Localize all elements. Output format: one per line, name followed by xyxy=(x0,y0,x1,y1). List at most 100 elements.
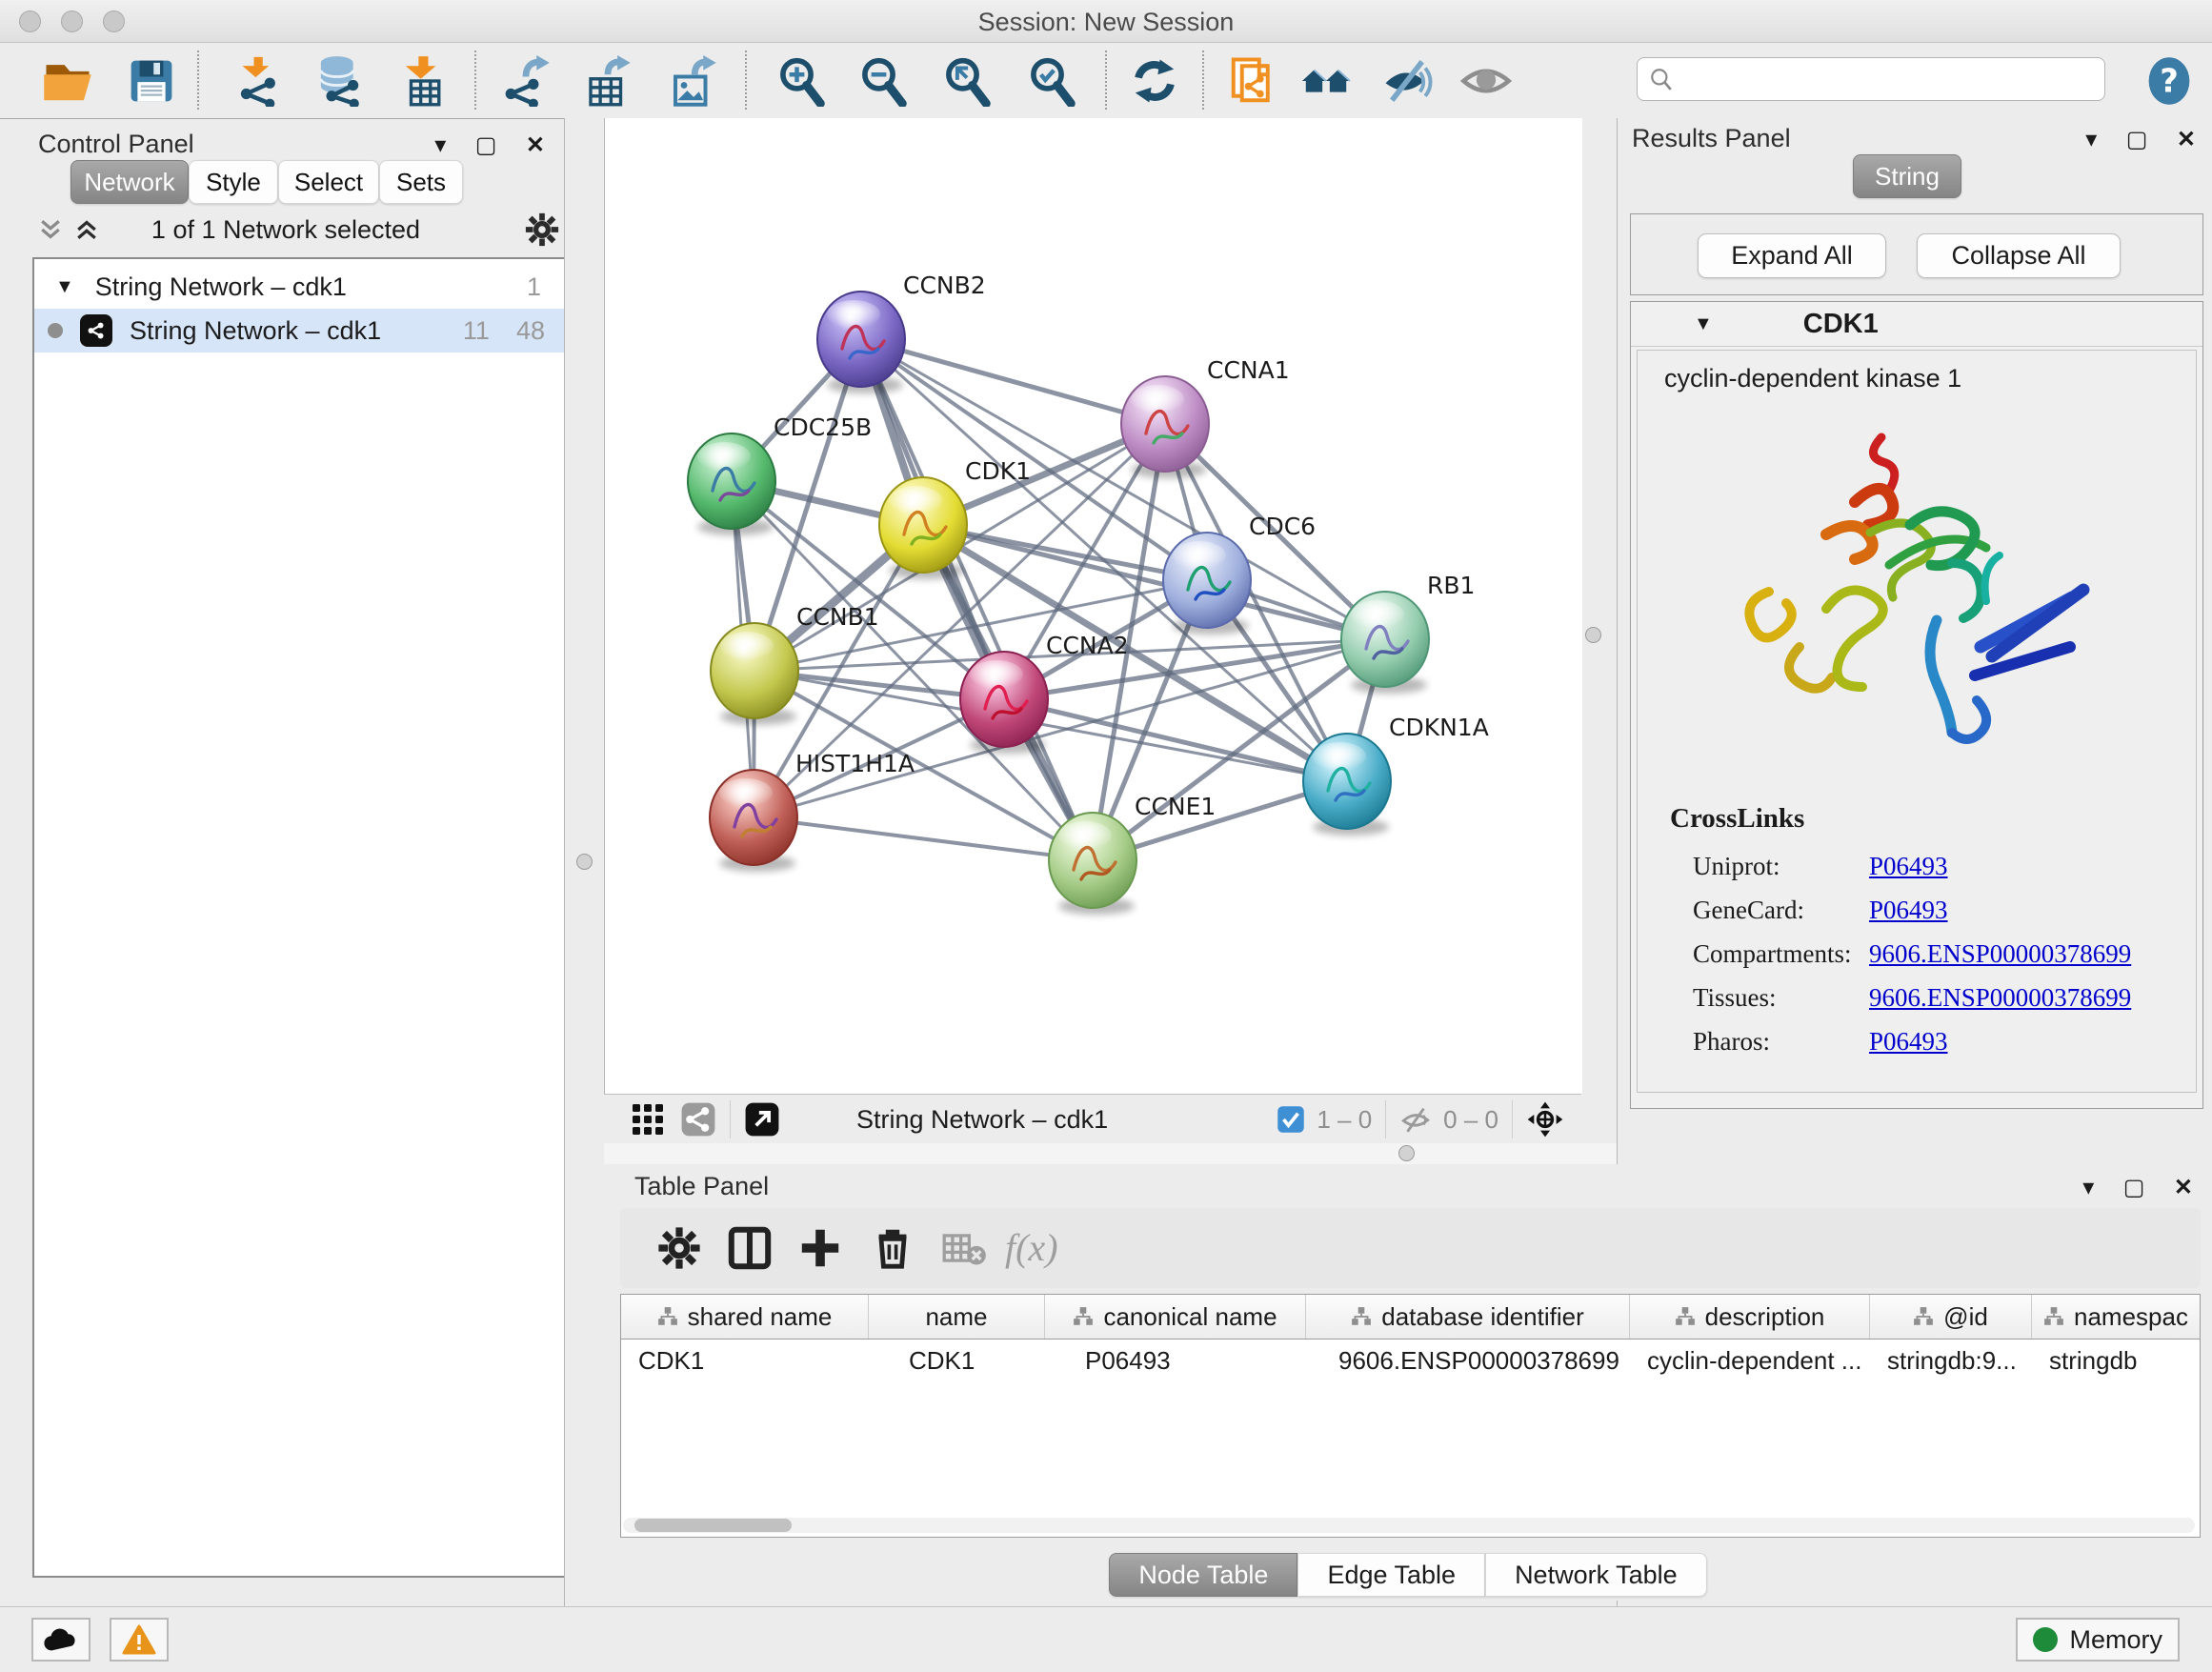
zoom-out-icon[interactable] xyxy=(857,55,909,107)
network-row-selected[interactable]: String Network – cdk1 11 48 xyxy=(34,309,566,353)
add-column-icon[interactable] xyxy=(797,1225,843,1271)
cloud-icon xyxy=(43,1626,79,1653)
table-row[interactable]: CDK1 CDK1 P06493 9606.ENSP00000378699 cy… xyxy=(621,1340,2200,1381)
horizontal-splitter-handle[interactable] xyxy=(1398,1145,1415,1161)
column-header-description[interactable]: description xyxy=(1630,1295,1870,1339)
right-splitter-handle[interactable] xyxy=(1585,627,1601,643)
cell-name: CDK1 xyxy=(869,1346,1045,1376)
export-table-icon[interactable] xyxy=(582,55,633,107)
import-network-from-file-icon[interactable] xyxy=(233,55,285,107)
left-splitter-handle[interactable] xyxy=(576,854,593,870)
panel-float-icon[interactable]: ▢ xyxy=(2123,1174,2145,1201)
collapse-all-icon[interactable] xyxy=(36,215,65,244)
column-type-icon xyxy=(1913,1306,1934,1327)
pan-crosshair-icon[interactable] xyxy=(1526,1100,1564,1138)
crosslink-pharos[interactable]: P06493 xyxy=(1869,1027,1948,1056)
column-header-shared-name[interactable]: shared name xyxy=(621,1295,869,1339)
panel-float-icon[interactable]: ▢ xyxy=(475,131,497,159)
entry-expander-icon[interactable]: ▼ xyxy=(1694,313,1713,335)
panel-close-icon[interactable]: ✕ xyxy=(526,131,545,159)
zoom-selected-icon[interactable] xyxy=(1026,55,1077,107)
export-network-icon[interactable] xyxy=(500,55,552,107)
search-icon xyxy=(1649,67,1674,91)
panel-menu-icon[interactable]: ▾ xyxy=(434,131,446,159)
toolbar-separator xyxy=(474,50,476,110)
table-settings-gear-icon[interactable] xyxy=(656,1225,702,1271)
result-entry-header[interactable]: ▼ CDK1 xyxy=(1631,302,2202,347)
import-table-from-file-icon[interactable] xyxy=(398,55,450,107)
import-network-from-database-icon[interactable] xyxy=(313,55,365,107)
zoom-fit-icon[interactable] xyxy=(941,55,993,107)
entry-description: cyclin-dependent kinase 1 xyxy=(1664,364,2196,393)
panel-float-icon[interactable]: ▢ xyxy=(2126,126,2148,153)
tab-string[interactable]: String xyxy=(1853,154,1961,198)
open-in-new-window-icon[interactable] xyxy=(744,1101,780,1138)
panel-menu-icon[interactable]: ▾ xyxy=(2085,126,2097,153)
hidden-eye-icon xyxy=(1399,1103,1432,1136)
netbar-separator xyxy=(730,1100,731,1138)
expand-all-button[interactable]: Expand All xyxy=(1698,233,1886,278)
gear-icon[interactable] xyxy=(524,212,560,248)
node-label-CDC6: CDC6 xyxy=(1249,513,1316,540)
crosslink-tissues[interactable]: 9606.ENSP00000378699 xyxy=(1869,983,2131,1012)
tab-network[interactable]: Network xyxy=(70,160,189,204)
network-view-icon[interactable] xyxy=(680,1101,716,1138)
toolbar-separator xyxy=(1105,50,1107,110)
expand-all-icon[interactable] xyxy=(72,215,101,244)
crosslink-row: Compartments:9606.ENSP00000378699 xyxy=(1693,932,2196,976)
export-image-icon[interactable] xyxy=(667,55,718,107)
column-header-name[interactable]: name xyxy=(869,1295,1045,1339)
scrollbar-thumb[interactable] xyxy=(634,1519,792,1532)
network-graph[interactable]: CCNB2CCNA1CDC25BCDK1CDC6RB1CCNB1CCNA2CDK… xyxy=(605,118,1582,1094)
search-input[interactable] xyxy=(1637,57,2105,101)
left-splitter[interactable] xyxy=(564,118,605,1606)
collapse-all-button[interactable]: Collapse All xyxy=(1917,233,2121,278)
node-gloss xyxy=(827,300,880,329)
search-field[interactable] xyxy=(1674,65,2078,94)
tree-expander-icon[interactable]: ▼ xyxy=(55,276,74,298)
column-header-namespace[interactable]: namespac xyxy=(2032,1295,2200,1339)
tab-select[interactable]: Select xyxy=(278,160,379,204)
tab-edge-table[interactable]: Edge Table xyxy=(1297,1553,1485,1597)
tab-node-table[interactable]: Node Table xyxy=(1109,1553,1297,1597)
network-collection-row[interactable]: ▼ String Network – cdk1 1 xyxy=(34,265,566,309)
selected-checkbox-icon[interactable] xyxy=(1277,1105,1305,1134)
refresh-icon[interactable] xyxy=(1129,55,1180,107)
tab-network-table[interactable]: Network Table xyxy=(1485,1553,1707,1597)
help-icon[interactable]: ? xyxy=(2143,55,2195,107)
memory-button[interactable]: Memory xyxy=(2016,1618,2180,1662)
horizontal-scrollbar[interactable] xyxy=(623,1518,2195,1533)
column-header-canonical-name[interactable]: canonical name xyxy=(1045,1295,1306,1339)
open-file-icon[interactable] xyxy=(42,55,93,107)
panel-menu-icon[interactable]: ▾ xyxy=(2082,1174,2094,1201)
hide-selected-icon[interactable] xyxy=(1381,55,1433,107)
tab-sets[interactable]: Sets xyxy=(379,160,463,204)
network-status-dot xyxy=(48,323,63,338)
cell-database-identifier: 9606.ENSP00000378699 xyxy=(1306,1346,1630,1376)
network-canvas[interactable]: CCNB2CCNA1CDC25BCDK1CDC6RB1CCNB1CCNA2CDK… xyxy=(604,118,1582,1094)
zoom-in-icon[interactable] xyxy=(775,55,827,107)
grid-view-icon[interactable] xyxy=(631,1102,665,1137)
node-label-CCNA2: CCNA2 xyxy=(1046,632,1129,659)
show-all-icon xyxy=(1460,55,1512,107)
crosslink-genecard[interactable]: P06493 xyxy=(1869,896,1948,924)
column-header-id[interactable]: @id xyxy=(1870,1295,2032,1339)
delete-column-trash-icon[interactable] xyxy=(870,1225,915,1271)
edge-count: 48 xyxy=(516,316,545,346)
toolbar-separator xyxy=(745,50,747,110)
tab-style[interactable]: Style xyxy=(189,160,278,204)
column-type-icon xyxy=(657,1306,678,1327)
panel-close-icon[interactable]: ✕ xyxy=(2177,126,2196,153)
column-header-database-identifier[interactable]: database identifier xyxy=(1306,1295,1630,1339)
cloud-status-button[interactable] xyxy=(31,1618,90,1662)
annotation-icon[interactable] xyxy=(1227,55,1278,107)
home-icon[interactable] xyxy=(1300,55,1352,107)
crosslink-row: Tissues:9606.ENSP00000378699 xyxy=(1693,976,2196,1019)
select-columns-icon[interactable] xyxy=(727,1225,773,1271)
save-session-icon[interactable] xyxy=(126,55,177,107)
crosslink-uniprot[interactable]: P06493 xyxy=(1869,852,1948,880)
warnings-button[interactable] xyxy=(110,1618,169,1662)
panel-close-icon[interactable]: ✕ xyxy=(2174,1174,2193,1201)
crosslink-compartments[interactable]: 9606.ENSP00000378699 xyxy=(1869,939,2131,968)
crosslink-label: Tissues: xyxy=(1693,976,1869,1019)
